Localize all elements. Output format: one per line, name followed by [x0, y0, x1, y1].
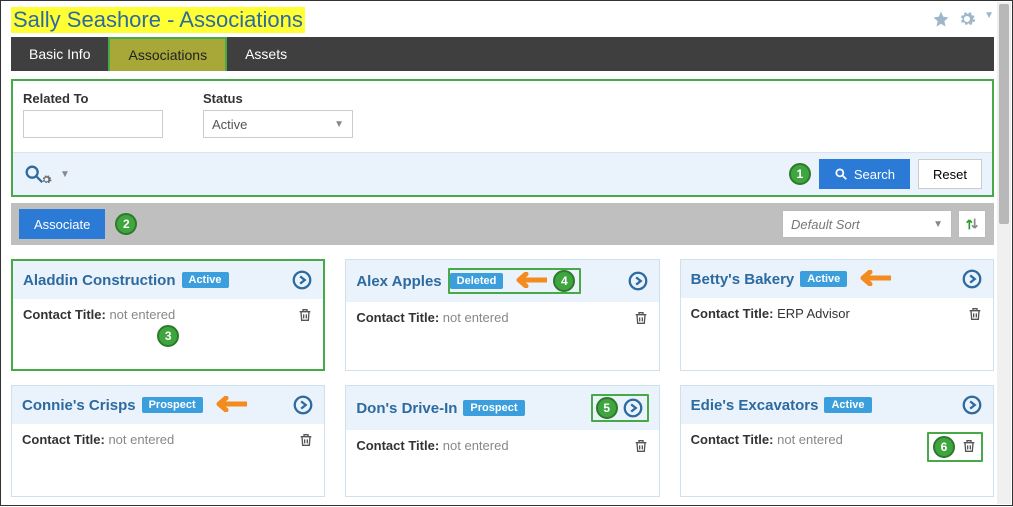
chevron-down-icon: ▼ [334, 119, 344, 130]
card-name[interactable]: Don's Drive-In [356, 400, 457, 417]
status-label: Status [203, 91, 353, 106]
status-select-value: Active [212, 117, 247, 132]
callout-4: 4 [553, 270, 575, 292]
status-badge: Active [182, 272, 229, 288]
chevron-down-icon: ▼ [933, 219, 943, 230]
card-name[interactable]: Connie's Crisps [22, 397, 136, 414]
card-name[interactable]: Aladdin Construction [23, 272, 176, 289]
status-badge: Prospect [463, 400, 524, 416]
open-icon[interactable] [961, 394, 983, 416]
contact-title-label: Contact Title: [22, 432, 105, 447]
search-settings-icon[interactable] [23, 163, 52, 185]
star-icon[interactable] [932, 10, 950, 31]
association-card: Connie's Crisps Prospect Contact Title: … [11, 385, 325, 497]
gear-icon[interactable] [958, 10, 976, 31]
arrow-left-icon [853, 270, 891, 289]
status-badge: Active [824, 397, 871, 413]
sort-select[interactable]: Default Sort ▼ [782, 210, 952, 238]
callout-1: 1 [789, 163, 811, 185]
associate-button[interactable]: Associate [19, 209, 105, 239]
callout-6: 6 [933, 436, 955, 458]
tab-basic-info[interactable]: Basic Info [11, 37, 108, 71]
contact-title-label: Contact Title: [23, 307, 106, 322]
related-to-label: Related To [23, 91, 163, 106]
related-to-input[interactable] [23, 110, 163, 138]
open-icon[interactable] [627, 270, 649, 292]
search-button[interactable]: Search [819, 159, 910, 189]
chevron-down-icon[interactable]: ▼ [984, 10, 994, 31]
trash-icon[interactable] [633, 438, 649, 457]
contact-title-value: not entered [443, 310, 509, 325]
trash-icon[interactable] [633, 310, 649, 329]
open-icon[interactable] [961, 268, 983, 290]
contact-title-value: ERP Advisor [777, 306, 850, 321]
association-card: Alex Apples Deleted 4 Contact Title: not… [345, 259, 659, 371]
trash-icon[interactable] [298, 432, 314, 451]
card-name[interactable]: Alex Apples [356, 273, 441, 290]
filter-panel: Related To Status Active ▼ ▼ 1 [11, 79, 994, 197]
trash-icon[interactable] [961, 438, 977, 457]
contact-title-value: not entered [109, 307, 175, 322]
contact-title-value: not entered [443, 438, 509, 453]
card-name[interactable]: Edie's Excavators [691, 397, 819, 414]
status-badge: Prospect [142, 397, 203, 413]
status-select[interactable]: Active ▼ [203, 110, 353, 138]
contact-title-label: Contact Title: [356, 438, 439, 453]
arrow-left-icon [209, 396, 247, 415]
association-card: Betty's Bakery Active Contact Title: ERP… [680, 259, 994, 371]
toolbar: Associate 2 Default Sort ▼ [11, 203, 994, 245]
sort-direction-button[interactable] [958, 210, 986, 238]
reset-button[interactable]: Reset [918, 159, 982, 189]
trash-icon[interactable] [967, 306, 983, 325]
association-card: Don's Drive-In Prospect 5 Contact Title:… [345, 385, 659, 497]
contact-title-value: not entered [108, 432, 174, 447]
callout-5: 5 [596, 397, 618, 419]
scrollbar-thumb[interactable] [999, 4, 1009, 224]
arrow-left-icon [509, 272, 547, 291]
association-card: Aladdin Construction Active Contact Titl… [11, 259, 325, 371]
open-icon[interactable] [622, 397, 644, 419]
contact-title-value: not entered [777, 432, 843, 447]
tab-associations[interactable]: Associations [108, 37, 227, 71]
page-title: Sally Seashore - Associations [13, 7, 303, 32]
callout-2: 2 [115, 213, 137, 235]
open-icon[interactable] [291, 269, 313, 291]
search-button-label: Search [854, 167, 895, 182]
tab-bar: Basic Info Associations Assets [11, 37, 994, 71]
open-icon[interactable] [292, 394, 314, 416]
callout-3: 3 [157, 325, 179, 347]
tab-assets[interactable]: Assets [227, 37, 305, 71]
card-name[interactable]: Betty's Bakery [691, 271, 795, 288]
status-badge: Deleted [450, 273, 504, 289]
trash-icon[interactable] [297, 307, 313, 326]
contact-title-label: Contact Title: [691, 306, 774, 321]
contact-title-label: Contact Title: [356, 310, 439, 325]
status-badge: Active [800, 271, 847, 287]
contact-title-label: Contact Title: [691, 432, 774, 447]
reset-button-label: Reset [933, 167, 967, 182]
scrollbar[interactable] [997, 2, 1011, 504]
chevron-down-icon[interactable]: ▼ [60, 169, 70, 180]
association-card: Edie's Excavators Active Contact Title: … [680, 385, 994, 497]
